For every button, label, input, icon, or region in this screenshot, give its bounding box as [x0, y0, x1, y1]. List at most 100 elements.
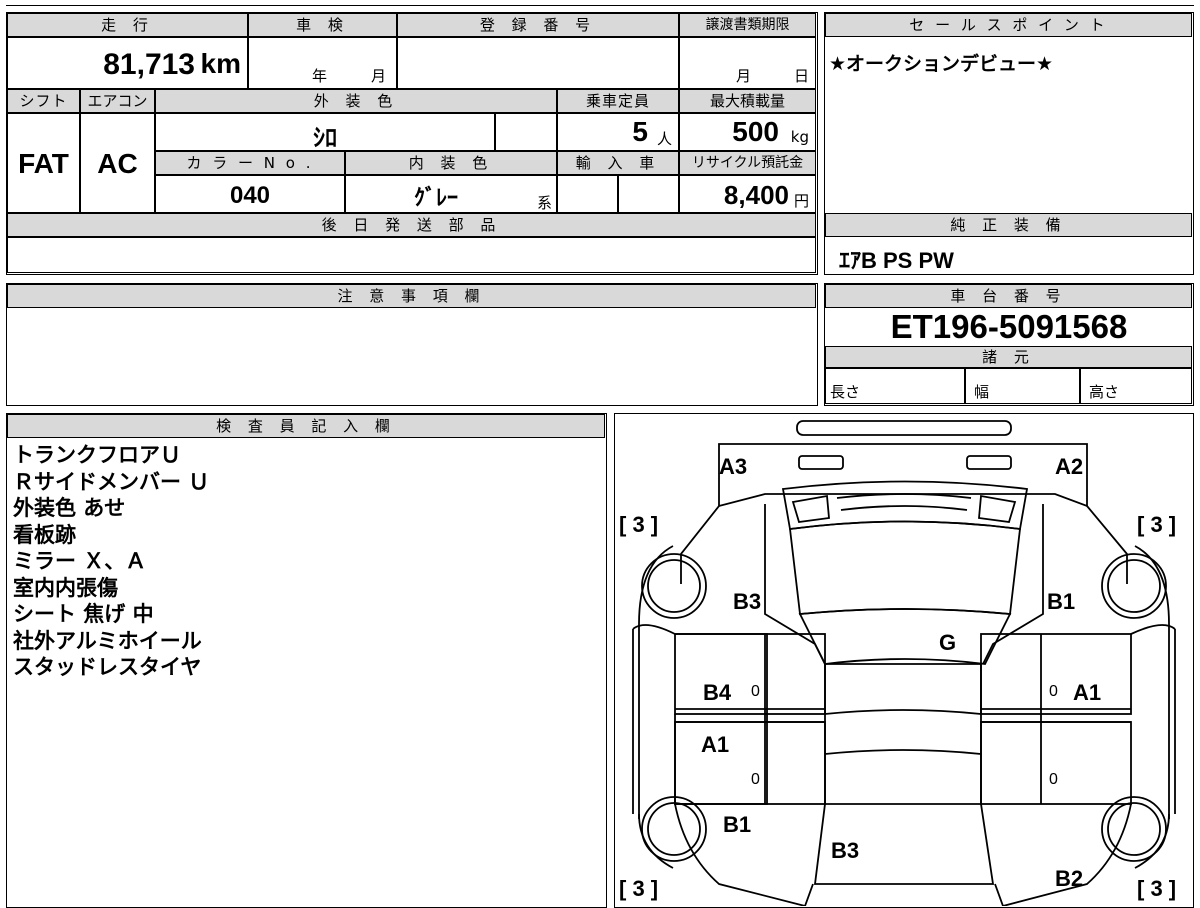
label-quarter-left: B3 — [733, 589, 761, 614]
mileage-cell: 81,713 km — [7, 37, 248, 89]
capacity-cell: 5 人 — [557, 113, 679, 151]
capacity-header: 乗車定員 — [557, 89, 679, 113]
exterior-extra-cell — [495, 113, 557, 151]
label-front-door-left: A1 — [701, 732, 729, 757]
inspection-year: 年 — [312, 67, 328, 85]
label-hood: B3 — [831, 838, 859, 863]
damage-diagram-box: A3 A2 [ 3 ] [ 3 ] B3 B1 G B4 A1 A1 B1 B3… — [614, 413, 1194, 908]
label-tire-fr: [ 3 ] — [1137, 876, 1176, 901]
interior-header: 内 装 色 — [345, 151, 557, 175]
chassis-box: 車 台 番 号 ET196-5091568 諸 元 長さ 幅 高さ — [824, 283, 1194, 406]
exterior-value: ｼﾛ — [313, 125, 337, 152]
mileage-unit: km — [200, 48, 241, 79]
spec-length-label: 長さ — [830, 383, 861, 401]
recycle-cell: 8,400 円 — [679, 175, 816, 213]
color-no-cell: 040 — [155, 175, 345, 213]
genuine-header: 純 正 装 備 — [825, 213, 1192, 237]
inspector-notes-list: トランクフロアＵ Ｒサイドメンバー Ｕ 外装色 あせ 看板跡 ミラー Ｘ、Ａ 室… — [13, 442, 209, 681]
label-tire-rl: [ 3 ] — [619, 512, 658, 537]
color-no-header: カ ラ ー N o . — [155, 151, 345, 175]
recycle-header: リサイクル預託金 — [679, 151, 816, 175]
inspector-note: 室内内張傷 — [13, 575, 118, 600]
import-cell-b — [618, 175, 679, 213]
rear-lamp-right — [966, 455, 1012, 470]
inspection-month: 月 — [371, 67, 387, 85]
interior-value: ｸﾞﾚｰ — [414, 185, 459, 210]
door-handle-mark: 0 — [751, 683, 760, 700]
color-no-value: 040 — [229, 182, 271, 209]
spec-height-label: 高さ — [1089, 383, 1120, 401]
specs-header: 諸 元 — [825, 346, 1192, 368]
transfer-month: 月 — [736, 67, 752, 85]
label-fender-right: B2 — [1055, 866, 1083, 891]
label-rear-left: A3 — [719, 454, 747, 479]
interior-cell: ｸﾞﾚｰ 系 — [345, 175, 557, 213]
transfer-day: 日 — [794, 67, 810, 85]
inspector-note: トランクフロアＵ — [13, 443, 181, 467]
inspector-note: ミラー Ｘ、Ａ — [13, 549, 147, 573]
shift-header: シフト — [7, 89, 80, 113]
rear-bumper-outline — [796, 420, 1012, 436]
rear-lamp-left — [798, 455, 844, 470]
load-value: 500 — [732, 116, 779, 147]
recycle-value: 8,400 — [723, 180, 789, 210]
import-header: 輸 入 車 — [557, 151, 679, 175]
windshield-outline — [798, 608, 1012, 665]
trunk-outline — [718, 443, 1088, 508]
chassis-number: ET196-5091568 — [890, 308, 1128, 345]
label-rear-right: A2 — [1055, 454, 1083, 479]
label-tire-rr: [ 3 ] — [1137, 512, 1176, 537]
recycle-unit: 円 — [793, 192, 809, 210]
wheel-rear-left — [641, 553, 707, 619]
inspector-note: 社外アルミホイール — [13, 628, 202, 653]
import-cell-a — [557, 175, 618, 213]
notes-box: 注 意 事 項 欄 — [6, 283, 818, 406]
transfer-header: 譲渡書類期限 — [679, 13, 816, 37]
inspector-note: 看板跡 — [13, 522, 76, 547]
capacity-unit: 人 — [656, 130, 672, 148]
aircon-value: AC — [97, 148, 138, 179]
label-glass: G — [939, 630, 956, 655]
label-quarter-right: B1 — [1047, 589, 1075, 614]
shift-value: FAT — [18, 148, 69, 179]
notes-header: 注 意 事 項 欄 — [7, 284, 816, 308]
spec-width-cell: 幅 — [965, 368, 1080, 404]
registration-header: 登 録 番 号 — [397, 13, 679, 37]
body-outline — [680, 505, 1128, 584]
load-header: 最大積載量 — [679, 89, 816, 113]
inspection-header: 車 検 — [248, 13, 397, 37]
door-handle-mark: 0 — [751, 771, 760, 788]
label-tire-fl: [ 3 ] — [619, 876, 658, 901]
inspector-note: シート 焦げ 中 — [13, 602, 154, 626]
capacity-value: 5 — [632, 116, 648, 147]
inspector-box: 検 査 員 記 入 欄 トランクフロアＵ Ｒサイドメンバー Ｕ 外装色 あせ 看… — [6, 413, 607, 908]
roof-outline — [789, 520, 1021, 615]
top-strip — [6, 0, 1194, 6]
door-right-outline — [980, 633, 1132, 715]
door-handle-mark: 0 — [1049, 683, 1058, 700]
chassis-header: 車 台 番 号 — [825, 284, 1192, 308]
transfer-cell: 月 日 — [679, 37, 816, 89]
car-diagram: A3 A2 [ 3 ] [ 3 ] B3 B1 G B4 A1 A1 B1 B3… — [619, 420, 1176, 906]
inspector-note: 外装色 あせ — [13, 496, 126, 520]
aircon-cell: AC — [80, 113, 155, 213]
sales-point-text: ★オークションデビュー★ — [829, 53, 1054, 75]
inspector-note: スタッドレスタイヤ — [13, 655, 202, 679]
sales-point-box: セ ー ル ス ポ イ ン ト ★オークションデビュー★ 純 正 装 備 ｴｱB… — [824, 12, 1194, 275]
wheel-rear-right — [1101, 553, 1167, 619]
exterior-cell: ｼﾛ — [155, 113, 495, 152]
spec-width-label: 幅 — [974, 383, 990, 401]
interior-suffix: 系 — [536, 194, 552, 212]
label-rear-door-right: A1 — [1073, 680, 1101, 705]
inspector-header: 検 査 員 記 入 欄 — [7, 414, 605, 438]
later-parts-header: 後 日 発 送 部 品 — [7, 213, 816, 237]
exterior-header: 外 装 色 — [155, 89, 557, 113]
vehicle-spec-table: 走 行 車 検 登 録 番 号 譲渡書類期限 81,713 km 年 月 月 日… — [6, 12, 818, 275]
registration-cell — [397, 37, 679, 89]
load-cell: 500 kg — [679, 113, 816, 151]
cabin-outline — [824, 663, 982, 805]
load-unit: kg — [790, 128, 809, 146]
shift-cell: FAT — [7, 113, 80, 213]
inspection-cell: 年 月 — [248, 37, 397, 89]
door-handle-mark: 0 — [1049, 771, 1058, 788]
